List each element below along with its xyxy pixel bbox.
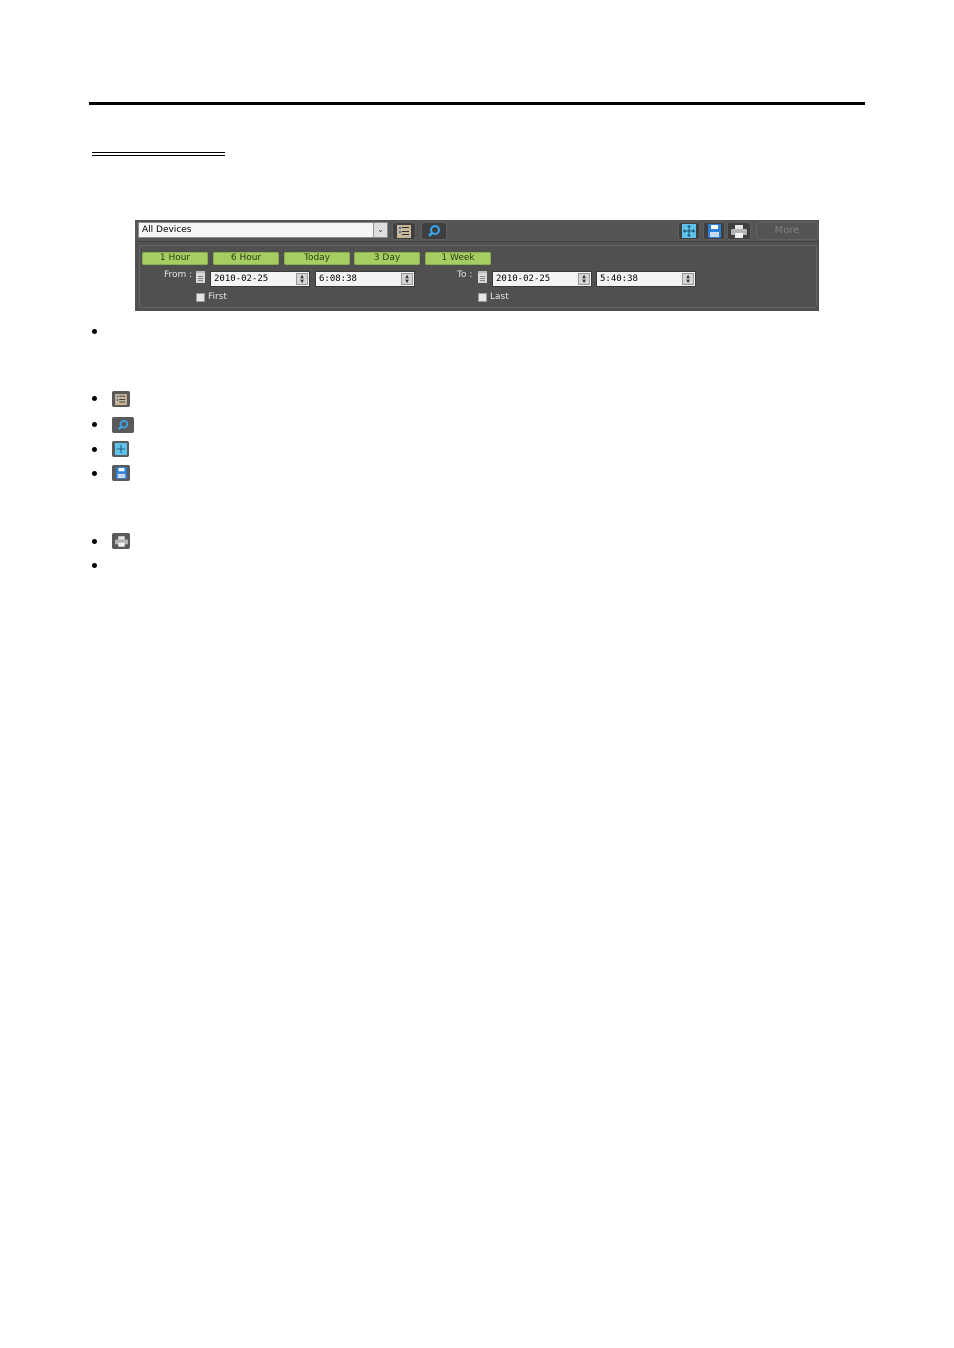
range-button-3-day[interactable]: 3 Day bbox=[354, 252, 420, 265]
filter-list-icon bbox=[112, 391, 130, 407]
save-icon bbox=[707, 224, 721, 238]
bullet bbox=[92, 422, 97, 427]
from-time-field[interactable]: 6:08:38 ▲ ▼ bbox=[315, 271, 415, 287]
device-select-value: All Devices bbox=[142, 225, 192, 235]
to-time-spinner[interactable]: ▲ ▼ bbox=[682, 273, 694, 285]
from-calendar-icon[interactable] bbox=[196, 271, 205, 283]
filter-list-button[interactable] bbox=[392, 222, 416, 240]
bullet bbox=[92, 539, 97, 544]
fit-screen-button[interactable] bbox=[678, 222, 700, 240]
search-icon bbox=[112, 417, 134, 433]
from-time-value: 6:08:38 bbox=[319, 274, 357, 284]
search-button[interactable] bbox=[421, 222, 447, 240]
from-date-field[interactable]: 2010-02-25 ▲ ▼ bbox=[210, 271, 310, 287]
fit-screen-icon bbox=[112, 441, 129, 457]
range-button-6-hour[interactable]: 6 Hour bbox=[213, 252, 279, 265]
bullet bbox=[92, 447, 97, 452]
to-date-spinner[interactable]: ▲ ▼ bbox=[578, 273, 590, 285]
more-button[interactable]: More bbox=[756, 222, 818, 240]
bullet bbox=[92, 329, 97, 334]
bullet bbox=[92, 396, 97, 401]
print-icon bbox=[112, 533, 130, 549]
chevron-down-icon[interactable]: ⌄ bbox=[373, 223, 387, 237]
to-date-field[interactable]: 2010-02-25 ▲ ▼ bbox=[492, 271, 592, 287]
range-button-1-hour[interactable]: 1 Hour bbox=[142, 252, 208, 265]
device-select[interactable]: All Devices ⌄ bbox=[138, 222, 388, 238]
to-date-value: 2010-02-25 bbox=[496, 274, 551, 284]
range-button-1-week[interactable]: 1 Week bbox=[425, 252, 491, 265]
section-heading-underline bbox=[92, 152, 225, 156]
event-search-toolbar: All Devices ⌄ More 1 Hour 6 Hour Today 3… bbox=[135, 220, 819, 311]
to-label: To : bbox=[457, 270, 473, 280]
print-button[interactable] bbox=[727, 222, 751, 240]
to-time-field[interactable]: 5:40:38 ▲ ▼ bbox=[596, 271, 696, 287]
bullet bbox=[92, 471, 97, 476]
to-time-value: 5:40:38 bbox=[600, 274, 638, 284]
from-date-spinner[interactable]: ▲ ▼ bbox=[296, 273, 308, 285]
fit-screen-icon bbox=[682, 224, 696, 238]
header-rule bbox=[89, 102, 865, 105]
save-button[interactable] bbox=[703, 222, 725, 240]
to-calendar-icon[interactable] bbox=[478, 271, 487, 283]
filter-list-icon bbox=[397, 224, 411, 238]
from-label: From : bbox=[164, 270, 193, 280]
range-button-today[interactable]: Today bbox=[284, 252, 350, 265]
save-icon bbox=[112, 465, 130, 481]
from-date-value: 2010-02-25 bbox=[214, 274, 269, 284]
first-checkbox[interactable] bbox=[196, 293, 205, 302]
last-checkbox[interactable] bbox=[478, 293, 487, 302]
bullet bbox=[92, 563, 97, 568]
first-checkbox-label: First bbox=[208, 292, 227, 302]
search-icon bbox=[427, 224, 441, 238]
from-time-spinner[interactable]: ▲ ▼ bbox=[401, 273, 413, 285]
print-icon bbox=[731, 224, 747, 238]
last-checkbox-label: Last bbox=[490, 292, 509, 302]
